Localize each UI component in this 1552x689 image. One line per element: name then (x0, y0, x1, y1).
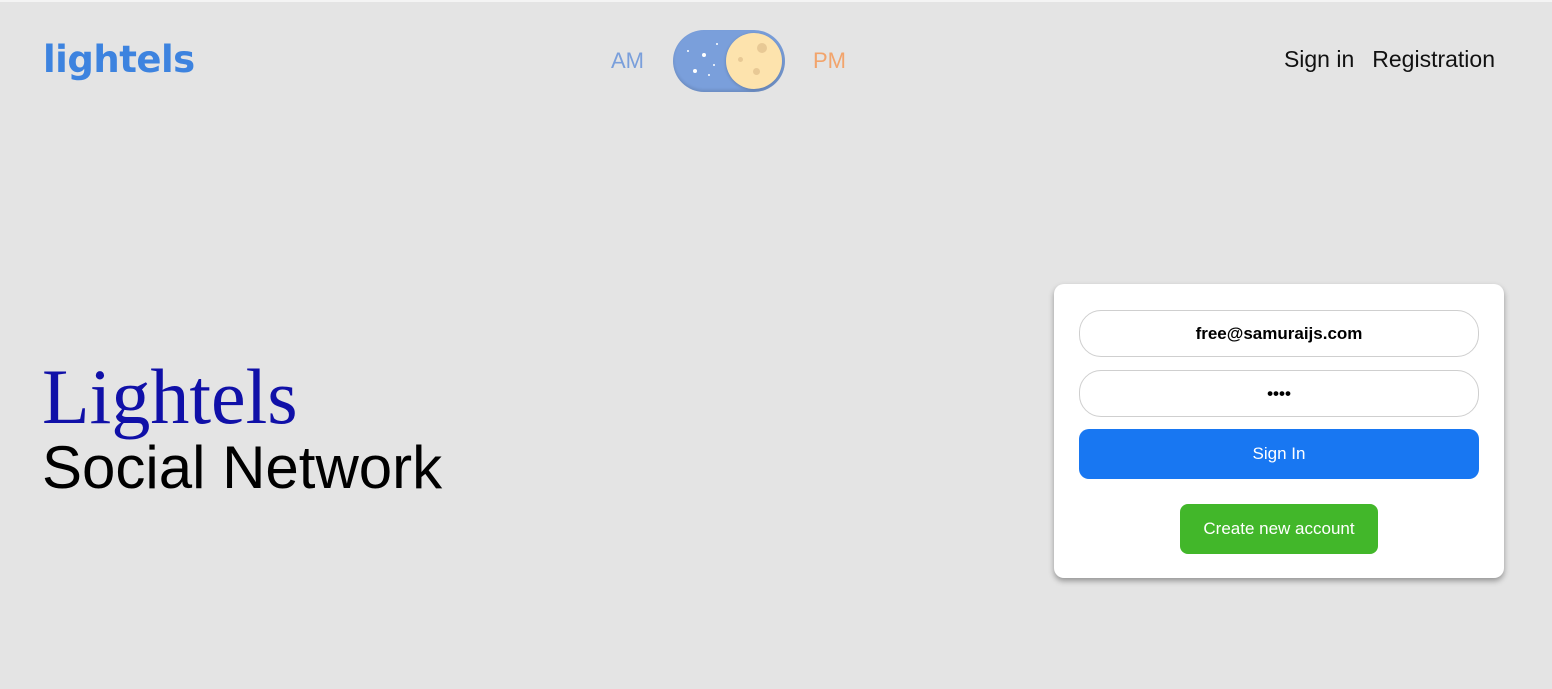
hero-subtitle: Social Network (42, 434, 443, 501)
theme-toggle[interactable] (673, 30, 785, 92)
star-icon (687, 50, 689, 52)
star-icon (702, 53, 706, 57)
star-icon (708, 74, 710, 76)
logo[interactable]: lightels (43, 38, 195, 81)
star-icon (713, 64, 715, 66)
hero: Lightels Social Network (42, 352, 442, 502)
top-nav: Sign in Registration (1284, 46, 1495, 73)
email-field[interactable] (1079, 310, 1479, 357)
sign-in-button[interactable]: Sign In (1079, 429, 1479, 479)
moon-icon (726, 33, 782, 89)
registration-link[interactable]: Registration (1372, 46, 1495, 73)
star-icon (716, 43, 718, 45)
star-icon (693, 69, 697, 73)
login-card: Sign In Create new account (1054, 284, 1504, 578)
theme-switch: AM PM (611, 29, 846, 93)
sign-in-link[interactable]: Sign in (1284, 46, 1354, 73)
am-label: AM (611, 48, 644, 73)
create-account-button[interactable]: Create new account (1180, 504, 1378, 554)
pm-label: PM (813, 48, 846, 73)
header: lightels AM PM Sign in Registration (0, 2, 1552, 122)
password-field[interactable] (1079, 370, 1479, 417)
hero-title: Lightels (42, 353, 298, 440)
